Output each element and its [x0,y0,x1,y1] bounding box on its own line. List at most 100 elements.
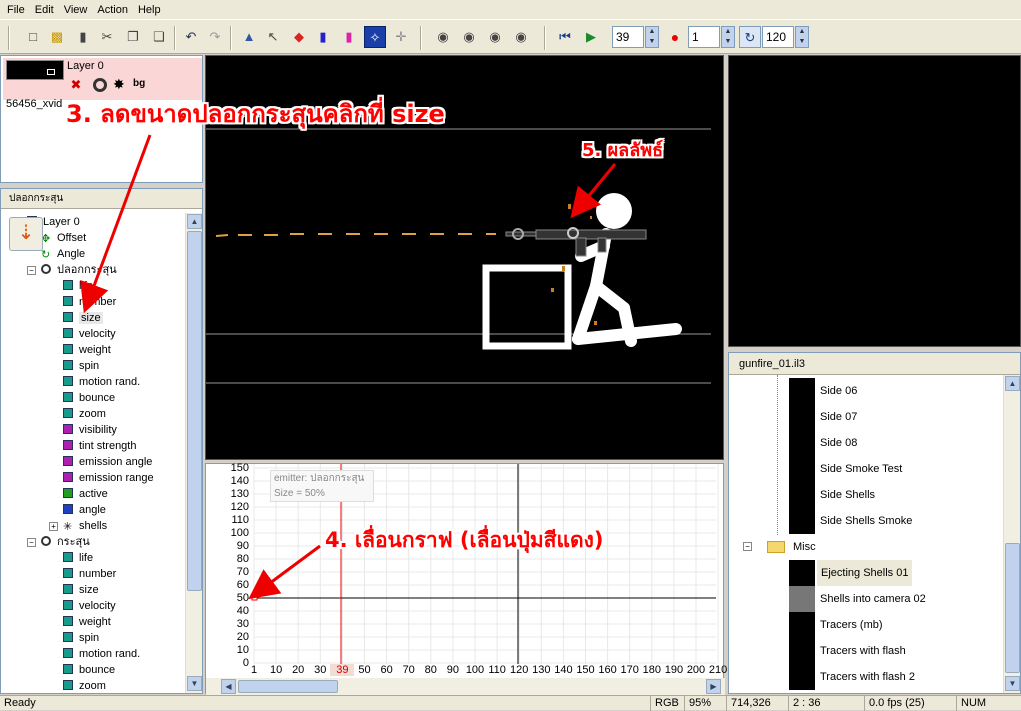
particles-view-icon[interactable]: ✧ [364,26,386,48]
tree-item[interactable]: number [63,566,116,582]
blue-shape-icon[interactable]: ▮ [314,28,332,46]
tree-item[interactable]: active [63,486,108,502]
tree-item[interactable]: emission range [63,470,154,486]
library-item[interactable]: Shells into camera 02 [729,586,999,612]
expand-toggle-icon[interactable]: + [49,522,58,531]
library-scroll-thumb[interactable] [1005,543,1020,673]
tree-item[interactable]: velocity [63,326,116,342]
emitter-tool-icon[interactable]: ▲ [240,28,258,46]
tree-item[interactable]: weight [63,342,111,358]
nav-right-icon[interactable]: ◉ [512,28,530,46]
scroll-up-icon[interactable]: ▲ [187,214,202,229]
nav-left-icon[interactable]: ◉ [434,28,452,46]
burst-icon[interactable]: ✸ [113,76,125,93]
tree-item[interactable]: motion rand. [63,646,140,662]
move-crosshair-icon[interactable]: ✛ [392,28,410,46]
record-icon[interactable]: ● [666,28,684,46]
tree-item[interactable]: size [63,582,99,598]
loop-icon[interactable]: ↻ [739,26,761,48]
menu-view[interactable]: View [59,4,93,16]
menu-file[interactable]: File [2,4,30,16]
tree-item[interactable]: angle [63,502,106,518]
loop-spin-buttons[interactable]: ▲ ▼ [795,26,809,48]
tree-item[interactable]: + ✳ shells [49,518,107,534]
tree-item[interactable]: life [63,278,93,294]
tree-scrollbar[interactable]: ▲ ▼ [185,213,202,693]
copy-icon[interactable]: ❐ [124,28,142,46]
collapse-chevrons-icon[interactable]: ⇣ [9,217,43,251]
expand-toggle-icon[interactable]: − [27,266,36,275]
new-file-icon[interactable]: □ [24,28,42,46]
graph-scroll-right-icon[interactable]: ▶ [706,679,721,694]
menu-help[interactable]: Help [133,4,166,16]
library-item[interactable]: Side Smoke Test [729,456,999,482]
library-scroll-up-icon[interactable]: ▲ [1005,376,1020,391]
library-item[interactable]: Tracers with flash 2 [729,664,999,690]
library-item[interactable]: Side Shells Smoke [729,508,999,534]
graph-scroll-thumb[interactable] [238,680,338,693]
tree-item[interactable]: − ปลอกกระสุน [27,262,117,278]
tree-item[interactable]: spin [63,358,99,374]
redo-icon[interactable]: ↷ [206,28,224,46]
tree-item[interactable]: motion rand. [63,374,140,390]
expand-toggle-icon[interactable]: − [27,538,36,547]
tree-item[interactable]: spin [63,630,99,646]
emitter-x-icon[interactable]: ✖ [69,78,83,92]
record-spin-buttons[interactable]: ▲ ▼ [721,26,735,48]
save-icon[interactable]: ▮ [74,28,92,46]
tree-item[interactable]: emission angle [63,454,152,470]
library-item[interactable]: Side 06 [729,378,999,404]
paste-icon[interactable]: ❏ [150,28,168,46]
library-scrollbar[interactable]: ▲ ▼ [1003,375,1020,693]
tree-item[interactable]: ↻ Angle [41,246,85,262]
library-folder[interactable]: − Misc [729,534,999,560]
tree-item[interactable]: zoom [63,678,106,693]
graph-panel[interactable]: emitter: ปลอกกระสุน Size = 50% 150 140 130… [205,462,727,695]
scroll-thumb[interactable] [187,231,202,591]
frame-spin-buttons[interactable]: ▲ ▼ [645,26,659,48]
library-item[interactable]: Side 07 [729,404,999,430]
menu-edit[interactable]: Edit [30,4,59,16]
tree-item[interactable]: bounce [63,390,115,406]
tree-item[interactable]: life [63,550,93,566]
tree-item[interactable]: ✥ Offset [41,230,86,246]
rewind-icon[interactable]: ⏮ [556,28,574,46]
library-scroll-down-icon[interactable]: ▼ [1005,676,1020,691]
graph-scroll-left-icon[interactable]: ◀ [221,679,236,694]
nav-down-icon[interactable]: ◉ [460,28,478,46]
tree-item[interactable]: size [63,310,103,326]
library-item-label: Tracers with flash 2 [820,671,915,683]
library-item[interactable]: Tracers with flash [729,638,999,664]
red-shape-icon[interactable]: ◆ [290,28,308,46]
tree-item[interactable]: visibility [63,422,117,438]
tree-item[interactable]: bounce [63,662,115,678]
cut-icon[interactable]: ✂ [98,28,116,46]
library-item[interactable]: Ejecting Shells 01 [729,560,999,586]
tree-item[interactable]: tint strength [63,438,136,454]
scroll-down-icon[interactable]: ▼ [187,676,202,691]
tree-item[interactable]: − กระสุน [27,534,90,550]
bg-toggle[interactable]: bg [133,78,145,89]
select-arrow-icon[interactable]: ↖ [264,28,282,46]
collapse-toggle-icon[interactable]: − [743,542,752,551]
preview-viewport[interactable] [728,55,1021,347]
open-folder-icon[interactable]: ▩ [48,28,66,46]
target-icon[interactable] [93,78,107,92]
tree-item[interactable]: velocity [63,598,116,614]
tree-item[interactable]: zoom [63,406,106,422]
graph-hscrollbar[interactable]: ◀ ▶ [206,678,725,695]
tree-item[interactable]: number [63,294,116,310]
frame-input[interactable]: 39 [612,26,644,48]
undo-icon[interactable]: ↶ [182,28,200,46]
loop-input[interactable]: 120 [762,26,794,48]
property-icon [63,552,73,562]
library-item[interactable]: Side Shells [729,482,999,508]
library-item[interactable]: Side 08 [729,430,999,456]
tree-item[interactable]: weight [63,614,111,630]
pink-shape-icon[interactable]: ▮ [340,28,358,46]
library-item[interactable]: Tracers (mb) [729,612,999,638]
nav-up-icon[interactable]: ◉ [486,28,504,46]
menu-action[interactable]: Action [92,4,133,16]
record-input[interactable]: 1 [688,26,720,48]
play-icon[interactable]: ▶ [582,28,600,46]
